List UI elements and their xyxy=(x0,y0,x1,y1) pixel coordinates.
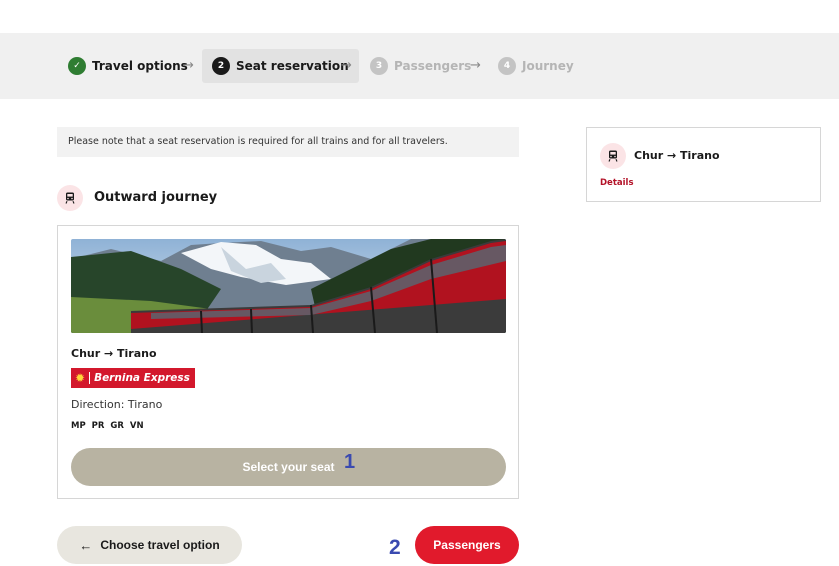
seat-reservation-notice: Please note that a seat reservation is r… xyxy=(57,127,519,157)
direction-text: Direction: Tirano xyxy=(71,398,163,411)
select-seat-label: Select your seat xyxy=(242,460,335,474)
journey-card: Chur → Tirano ✹ Bernina Express Directio… xyxy=(57,225,519,499)
step-journey: 4 Journey xyxy=(498,49,574,83)
check-icon: ✓ xyxy=(68,57,86,75)
next-button-label: Passengers xyxy=(433,538,501,552)
outward-journey-title: Outward journey xyxy=(94,190,218,205)
step-label: Passengers xyxy=(394,59,472,73)
choose-travel-option-button[interactable]: ← Choose travel option xyxy=(57,526,242,564)
route-title: Chur → Tirano xyxy=(71,347,157,360)
step-passengers: 3 Passengers xyxy=(370,49,471,83)
step-number: 4 xyxy=(498,57,516,75)
logo-divider xyxy=(89,372,91,384)
passengers-button[interactable]: Passengers xyxy=(415,526,519,564)
train-photo xyxy=(71,239,506,333)
progress-stepper: ✓ Travel options → 2 Seat reservation → … xyxy=(0,33,839,99)
brand-name: Bernina Express xyxy=(94,372,190,384)
arrow-right-icon: → xyxy=(183,58,194,73)
trip-summary-card: Chur → Tirano Details xyxy=(586,127,821,202)
back-button-label: Choose travel option xyxy=(100,538,220,552)
select-seat-button[interactable]: Select your seat xyxy=(71,448,506,486)
step-label: Journey xyxy=(522,59,574,73)
bernina-express-logo: ✹ Bernina Express xyxy=(71,368,195,388)
arrow-right-icon: → xyxy=(470,58,481,73)
annotation-number-2: 2 xyxy=(389,536,401,559)
arrow-left-icon: ← xyxy=(79,537,93,553)
step-number: 3 xyxy=(370,57,388,75)
step-label: Travel options xyxy=(92,59,188,73)
details-link[interactable]: Details xyxy=(600,178,634,188)
train-icon xyxy=(57,185,83,211)
service-codes: MP PR GR VN xyxy=(71,421,144,431)
step-number: 2 xyxy=(212,57,230,75)
annotation-number-1: 1 xyxy=(344,451,356,473)
arrow-right-icon: → xyxy=(341,58,352,73)
step-seat-reservation[interactable]: 2 Seat reservation xyxy=(202,49,359,83)
train-icon xyxy=(600,143,626,169)
step-travel-options[interactable]: ✓ Travel options xyxy=(68,49,188,83)
sun-icon: ✹ xyxy=(75,371,86,385)
step-label: Seat reservation xyxy=(236,59,349,73)
summary-route: Chur → Tirano xyxy=(634,149,720,162)
